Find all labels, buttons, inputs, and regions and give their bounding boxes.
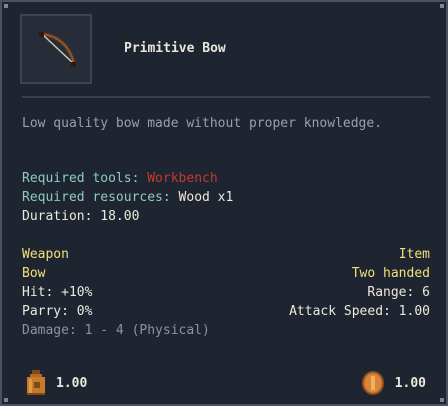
required-tools-line: Required tools: Workbench (22, 169, 218, 188)
hit-stat: Hit: +10% (22, 285, 93, 300)
duration-text: Duration: 18.00 (22, 209, 140, 224)
required-tools-label: Required tools: (22, 171, 140, 186)
required-resources-label: Required resources: (22, 190, 171, 205)
value-display: 1.00 (361, 370, 426, 396)
parry-stat: Parry: 0% (22, 304, 93, 319)
weight-value: 1.00 (56, 375, 88, 391)
required-resources-value: Wood x1 (178, 190, 234, 205)
category-weapon: Weapon (22, 247, 69, 262)
item-value: 1.00 (394, 375, 426, 391)
hit-range-row: Hit: +10% Range: 6 (22, 283, 430, 302)
item-tooltip: Primitive Bow Low quality bow made witho… (0, 0, 448, 406)
weight-jar-icon (27, 370, 45, 395)
weight-display: 1.00 (26, 370, 87, 396)
required-resources-line: Required resources: Wood x1 (22, 188, 233, 207)
item-icon-frame (20, 14, 92, 84)
weapon-type: Bow (22, 266, 46, 281)
corner-decoration (440, 4, 444, 8)
corner-decoration (4, 4, 8, 8)
item-title: Primitive Bow (124, 41, 226, 56)
divider (22, 96, 430, 98)
bow-icon (39, 31, 77, 67)
parry-speed-row: Parry: 0% Attack Speed: 1.00 (22, 302, 430, 321)
corner-decoration (440, 398, 444, 402)
range-stat: Range: 6 (367, 285, 430, 300)
damage-stat: Damage: 1 - 4 (Physical) (22, 323, 210, 338)
handedness: Two handed (351, 266, 430, 281)
item-description: Low quality bow made without proper know… (22, 116, 383, 131)
attack-speed-stat: Attack Speed: 1.00 (289, 304, 430, 319)
corner-decoration (4, 398, 8, 402)
category-item: Item (398, 247, 430, 262)
coin-icon (361, 371, 384, 395)
type-row: Bow Two handed (22, 264, 430, 283)
required-tools-value: Workbench (147, 171, 218, 186)
category-row: Weapon Item (22, 245, 430, 264)
